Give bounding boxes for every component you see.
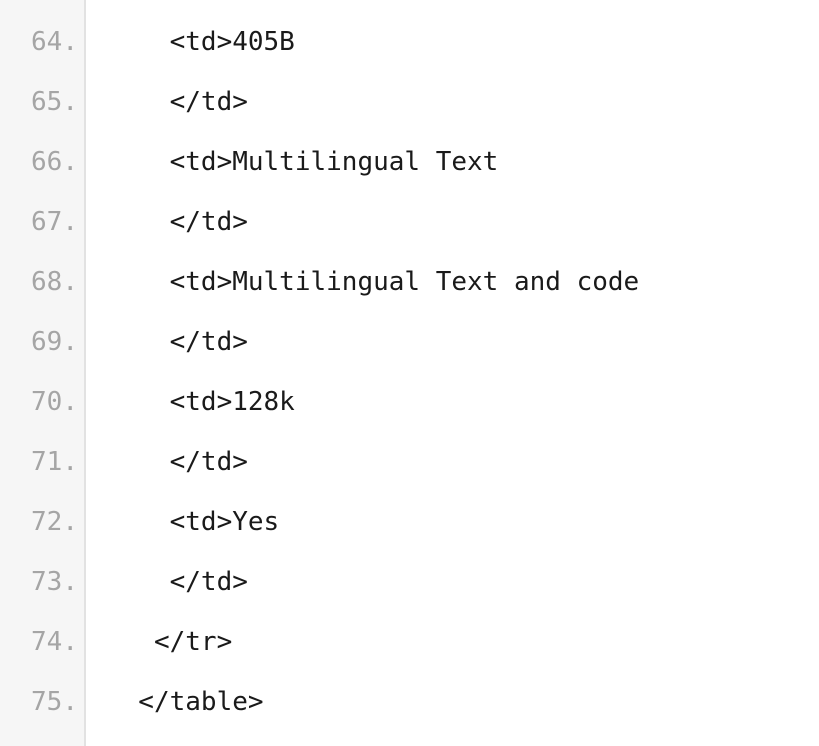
- line-number[interactable]: 74.: [0, 612, 84, 672]
- line-number[interactable]: 71.: [0, 432, 84, 492]
- code-line[interactable]: </td>: [107, 312, 819, 372]
- code-line[interactable]: </td>: [107, 432, 819, 492]
- line-number[interactable]: 67.: [0, 192, 84, 252]
- line-number[interactable]: 69.: [0, 312, 84, 372]
- code-line[interactable]: </td>: [107, 72, 819, 132]
- line-number[interactable]: 73.: [0, 552, 84, 612]
- code-line[interactable]: </table>: [107, 672, 819, 732]
- line-number[interactable]: 70.: [0, 372, 84, 432]
- line-number[interactable]: 66.: [0, 132, 84, 192]
- code-content-area[interactable]: <td>405B </td> <td>Multilingual Text </t…: [86, 0, 819, 746]
- line-number[interactable]: 64.: [0, 12, 84, 72]
- code-line[interactable]: </tr>: [107, 612, 819, 672]
- line-number[interactable]: 72.: [0, 492, 84, 552]
- code-line[interactable]: <td>128k: [107, 372, 819, 432]
- line-number[interactable]: 65.: [0, 72, 84, 132]
- code-editor-viewport[interactable]: 64. 65. 66. 67. 68. 69. 70. 71. 72. 73. …: [0, 0, 819, 746]
- line-number[interactable]: 75.: [0, 672, 84, 732]
- code-line[interactable]: <td>Multilingual Text and code: [107, 252, 819, 312]
- line-number-gutter: 64. 65. 66. 67. 68. 69. 70. 71. 72. 73. …: [0, 0, 86, 746]
- code-line[interactable]: <td>Multilingual Text: [107, 132, 819, 192]
- code-line[interactable]: </td>: [107, 552, 819, 612]
- code-line[interactable]: <td>405B: [107, 12, 819, 72]
- code-line[interactable]: <td>Yes: [107, 492, 819, 552]
- line-number[interactable]: 68.: [0, 252, 84, 312]
- code-line[interactable]: </td>: [107, 192, 819, 252]
